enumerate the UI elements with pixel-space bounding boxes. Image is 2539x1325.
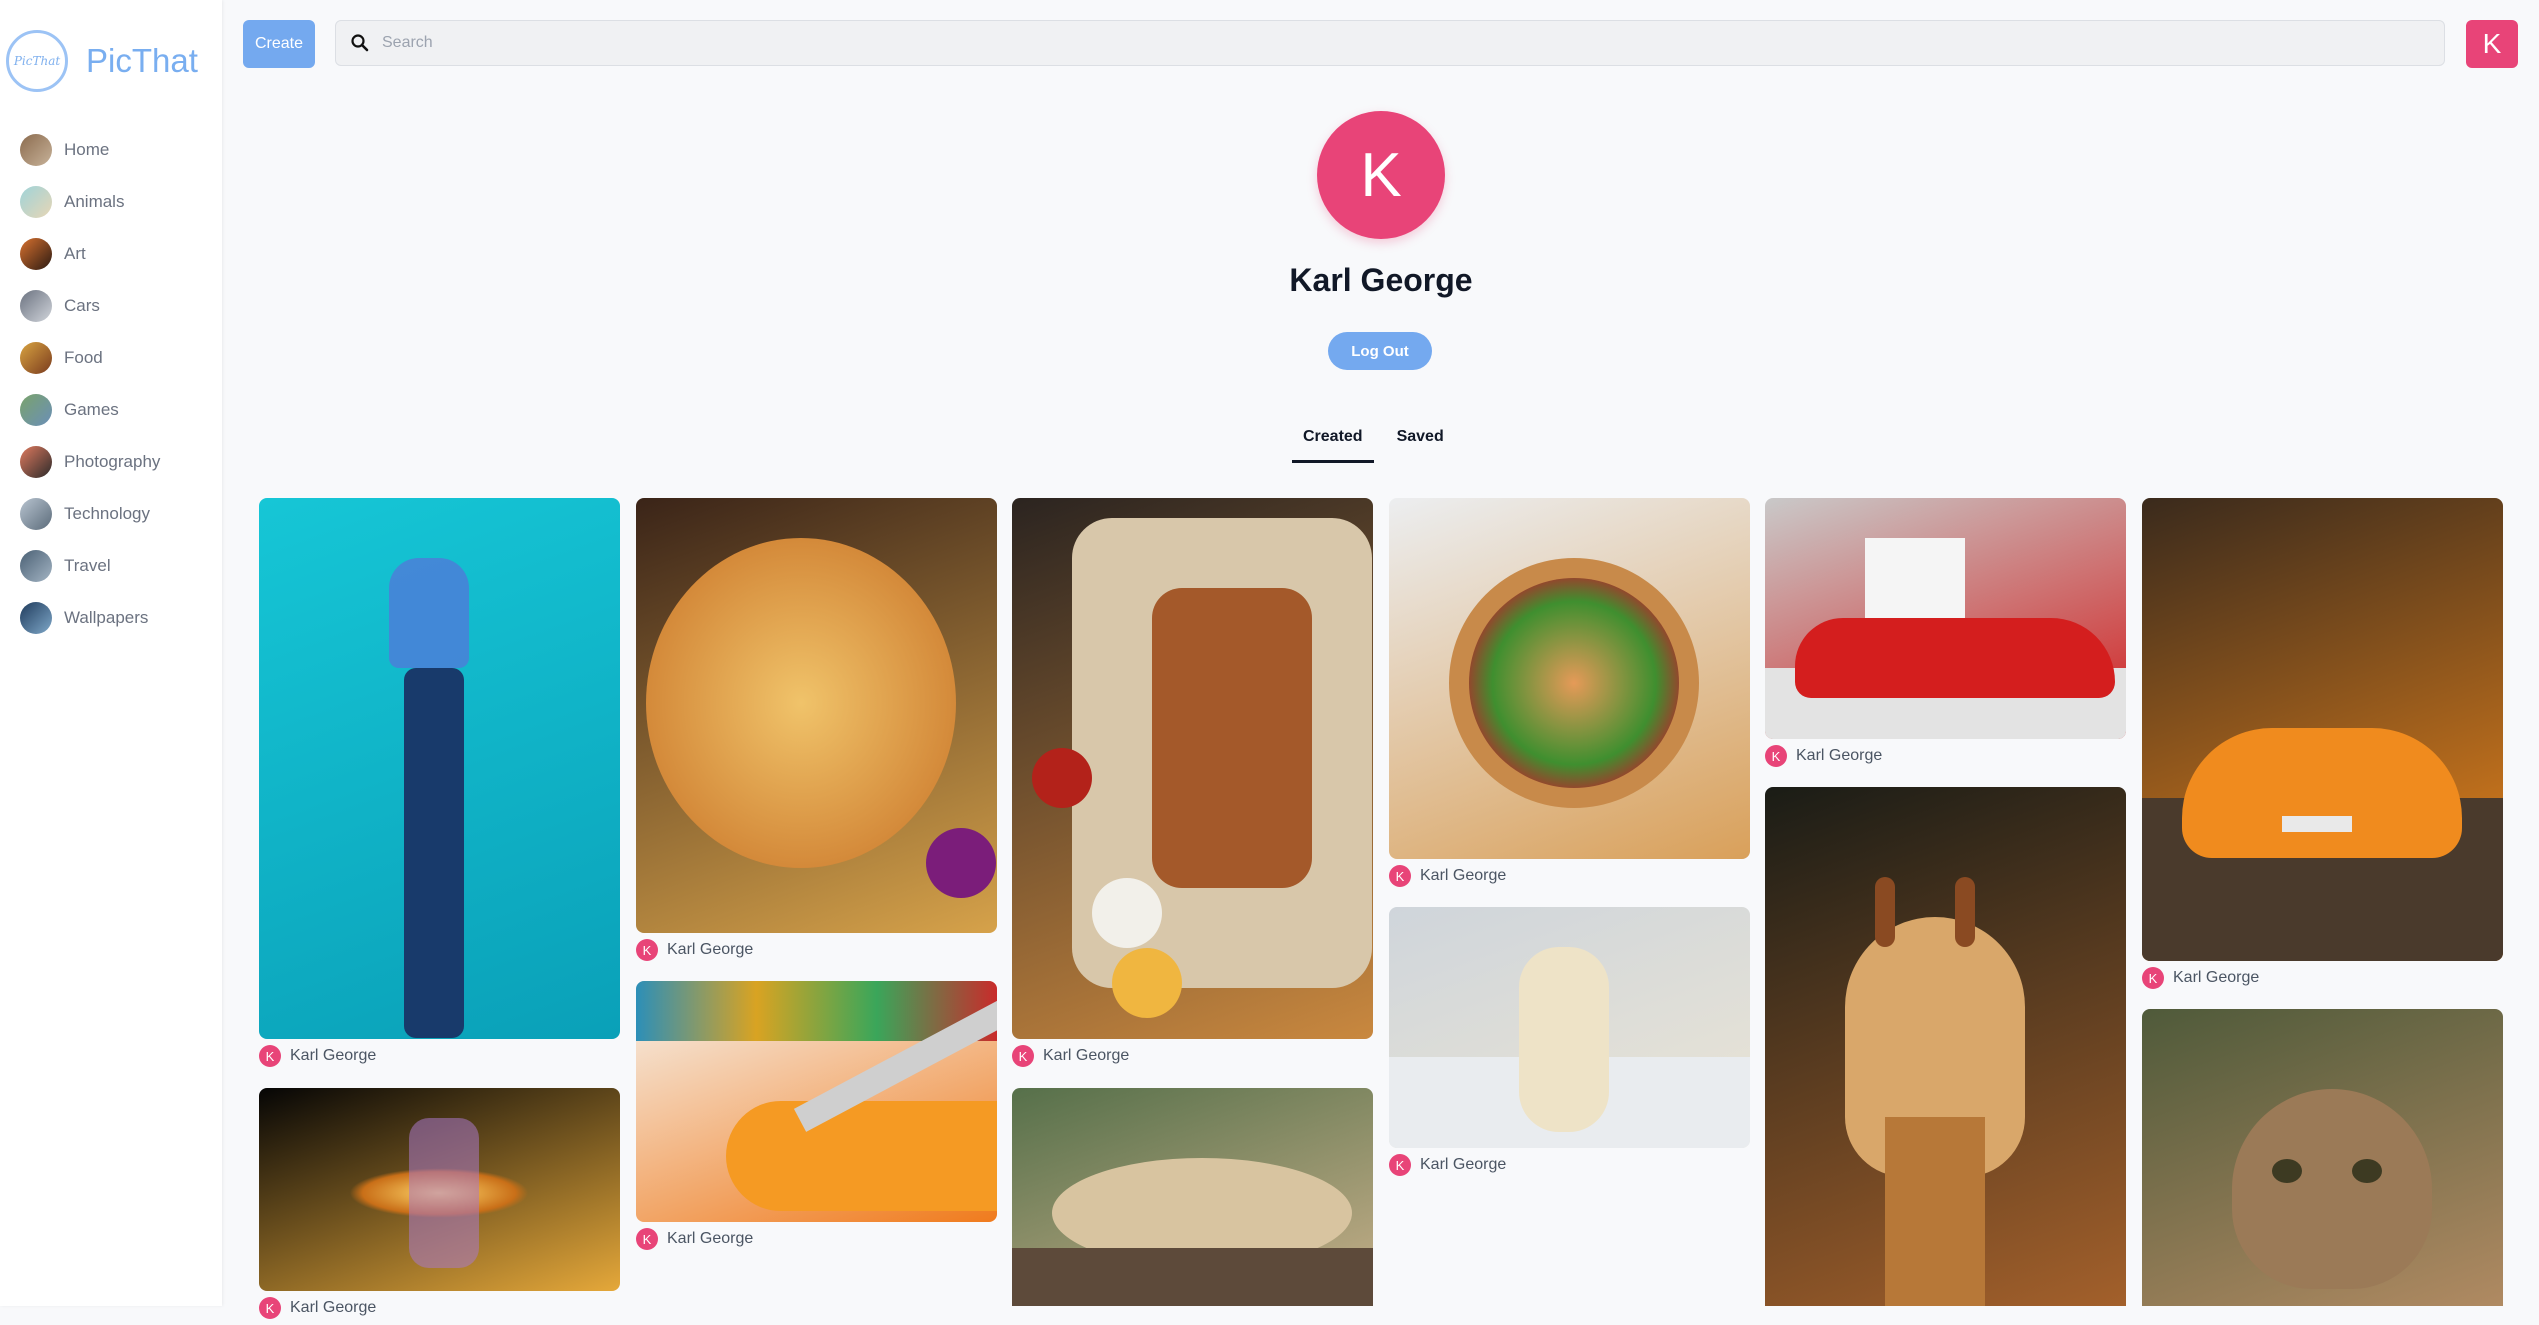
sidebar-item-label: Wallpapers bbox=[64, 608, 149, 627]
sidebar-item-art[interactable]: Art bbox=[20, 228, 160, 280]
profile-avatar: K bbox=[1317, 111, 1445, 239]
logout-button[interactable]: Log Out bbox=[1328, 332, 1432, 370]
pin-image-robotic-hand[interactable] bbox=[259, 498, 620, 1039]
author-name: Karl George bbox=[290, 1047, 377, 1064]
pin-card: K Karl George bbox=[259, 1088, 620, 1325]
sidebar-item-label: Art bbox=[64, 244, 86, 263]
sidebar-item-label: Home bbox=[64, 140, 110, 159]
games-thumb-icon bbox=[20, 394, 52, 426]
author-name: Karl George bbox=[290, 1299, 377, 1316]
sidebar-item-technology[interactable]: Technology bbox=[20, 488, 160, 540]
user-avatar-button[interactable]: K bbox=[2466, 20, 2518, 68]
author-name: Karl George bbox=[1043, 1047, 1130, 1064]
pin-image-glowing-hand[interactable] bbox=[259, 1088, 620, 1291]
pin-image-leopard[interactable] bbox=[1012, 1088, 1373, 1306]
sidebar-item-label: Animals bbox=[64, 192, 125, 211]
profile-name: Karl George bbox=[1289, 262, 1473, 298]
pin-image-red-ferrari[interactable] bbox=[1765, 498, 2126, 739]
search-icon bbox=[351, 34, 369, 52]
author-avatar: K bbox=[259, 1045, 281, 1067]
wallpapers-thumb-icon bbox=[20, 602, 52, 634]
sidebar-item-label: Technology bbox=[64, 504, 151, 523]
author-name: Karl George bbox=[1420, 1156, 1507, 1173]
sidebar-item-home[interactable]: Home bbox=[20, 124, 160, 176]
pin-author[interactable]: K Karl George bbox=[259, 1039, 620, 1073]
logo-mark: PicThat bbox=[6, 30, 68, 92]
sidebar-item-travel[interactable]: Travel bbox=[20, 540, 160, 592]
pin-card bbox=[2142, 1009, 2503, 1306]
author-name: Karl George bbox=[1796, 747, 1883, 764]
pin-card bbox=[1012, 1088, 1373, 1306]
pin-author[interactable]: K Karl George bbox=[1765, 739, 2126, 773]
author-name: Karl George bbox=[667, 1230, 754, 1247]
pin-image-polar-bear[interactable] bbox=[1389, 907, 1750, 1148]
search-bar[interactable] bbox=[335, 20, 2445, 66]
author-avatar: K bbox=[1389, 865, 1411, 887]
pin-image-paintbrush[interactable] bbox=[636, 981, 997, 1222]
author-name: Karl George bbox=[2173, 969, 2260, 986]
sidebar-item-label: Photography bbox=[64, 452, 161, 471]
food-thumb-icon bbox=[20, 342, 52, 374]
sidebar: PicThat PicThat Home Animals Art Cars Fo… bbox=[0, 0, 222, 1306]
pin-author[interactable]: K Karl George bbox=[636, 933, 997, 967]
author-name: Karl George bbox=[667, 941, 754, 958]
technology-thumb-icon bbox=[20, 498, 52, 530]
category-list: Home Animals Art Cars Food Games Photogr… bbox=[20, 124, 160, 644]
pin-author[interactable]: K Karl George bbox=[636, 1222, 997, 1256]
profile-tabs: Created Saved bbox=[1292, 424, 1467, 463]
logo[interactable]: PicThat PicThat bbox=[6, 30, 198, 92]
pin-image-grilled-platter[interactable] bbox=[1012, 498, 1373, 1039]
animals-thumb-icon bbox=[20, 186, 52, 218]
author-avatar: K bbox=[2142, 967, 2164, 989]
pin-card: K Karl George bbox=[1389, 498, 1750, 893]
pin-card: K Karl George bbox=[636, 981, 997, 1256]
author-avatar: K bbox=[1389, 1154, 1411, 1176]
pin-author[interactable]: K Karl George bbox=[2142, 961, 2503, 995]
home-thumb-icon bbox=[20, 134, 52, 166]
pin-image-kitten[interactable] bbox=[2142, 1009, 2503, 1306]
author-avatar: K bbox=[636, 1228, 658, 1250]
pin-image-orange-lamborghini[interactable] bbox=[2142, 498, 2503, 961]
sidebar-item-label: Cars bbox=[64, 296, 100, 315]
pin-image-salad-bowl[interactable] bbox=[1389, 498, 1750, 859]
pin-card: K Karl George bbox=[1012, 498, 1373, 1073]
pin-image-pizza[interactable] bbox=[636, 498, 997, 933]
pin-card: K Karl George bbox=[1389, 907, 1750, 1182]
pin-author[interactable]: K Karl George bbox=[1389, 859, 1750, 893]
sidebar-item-photography[interactable]: Photography bbox=[20, 436, 160, 488]
pin-author[interactable]: K Karl George bbox=[1012, 1039, 1373, 1073]
pin-card bbox=[1765, 787, 2126, 1306]
sidebar-item-wallpapers[interactable]: Wallpapers bbox=[20, 592, 160, 644]
search-input[interactable] bbox=[380, 33, 2384, 53]
sidebar-item-label: Food bbox=[64, 348, 103, 367]
sidebar-item-animals[interactable]: Animals bbox=[20, 176, 160, 228]
logo-text: PicThat bbox=[86, 42, 198, 79]
sidebar-item-games[interactable]: Games bbox=[20, 384, 160, 436]
pin-image-giraffe[interactable] bbox=[1765, 787, 2126, 1306]
tab-saved[interactable]: Saved bbox=[1386, 424, 1455, 463]
create-button[interactable]: Create bbox=[243, 20, 315, 68]
cars-thumb-icon bbox=[20, 290, 52, 322]
author-avatar: K bbox=[259, 1297, 281, 1319]
author-avatar: K bbox=[1012, 1045, 1034, 1067]
author-avatar: K bbox=[1765, 745, 1787, 767]
art-thumb-icon bbox=[20, 238, 52, 270]
sidebar-item-cars[interactable]: Cars bbox=[20, 280, 160, 332]
author-avatar: K bbox=[636, 939, 658, 961]
pin-card: K Karl George bbox=[1765, 498, 2126, 773]
pin-author[interactable]: K Karl George bbox=[259, 1291, 620, 1325]
tab-created[interactable]: Created bbox=[1292, 424, 1374, 463]
pin-card: K Karl George bbox=[2142, 498, 2503, 995]
sidebar-item-food[interactable]: Food bbox=[20, 332, 160, 384]
sidebar-item-label: Games bbox=[64, 400, 119, 419]
sidebar-item-label: Travel bbox=[64, 556, 111, 575]
pin-card: K Karl George bbox=[259, 498, 620, 1073]
photography-thumb-icon bbox=[20, 446, 52, 478]
travel-thumb-icon bbox=[20, 550, 52, 582]
pin-card: K Karl George bbox=[636, 498, 997, 967]
author-name: Karl George bbox=[1420, 867, 1507, 884]
pin-author[interactable]: K Karl George bbox=[1389, 1148, 1750, 1182]
